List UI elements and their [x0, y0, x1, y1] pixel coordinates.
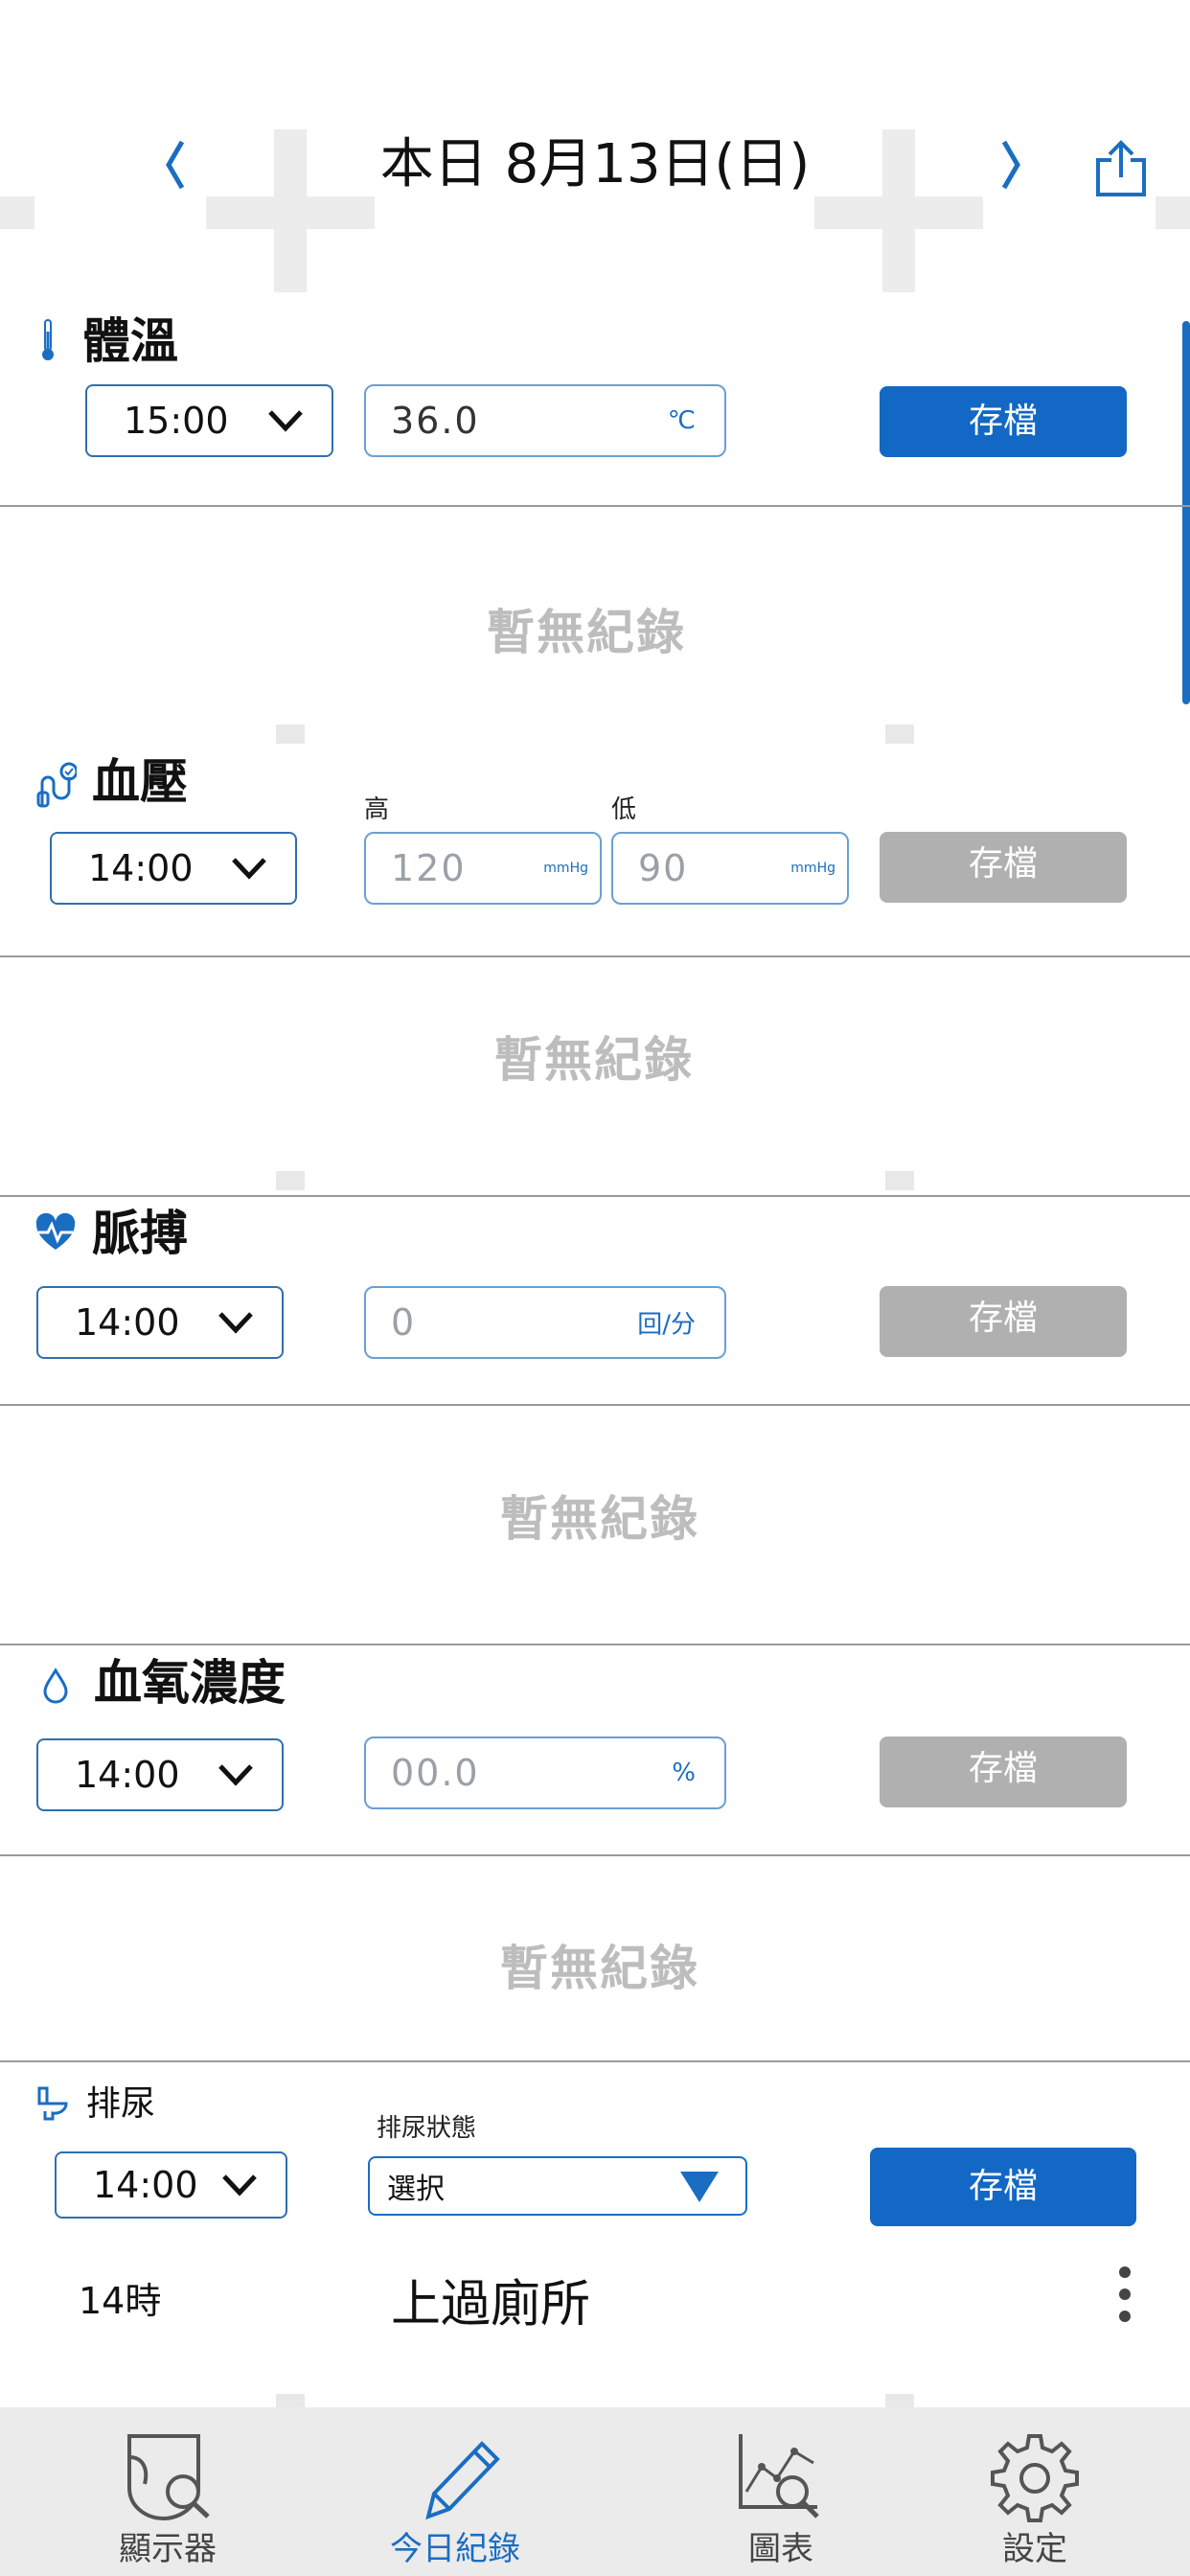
- high-label: 高: [364, 795, 390, 824]
- record-text: 上過廁所: [391, 2276, 591, 2334]
- oxygen-placeholder: 00.0: [391, 1752, 480, 1794]
- systolic-input[interactable]: 120 mmHg: [364, 832, 602, 905]
- pulse-time-select[interactable]: 14:00: [36, 1286, 284, 1359]
- more-options-icon[interactable]: [1115, 2266, 1134, 2324]
- blood-pressure-save-button[interactable]: 存檔: [880, 832, 1127, 903]
- unit-label: 回/分: [637, 1310, 696, 1340]
- tab-monitor[interactable]: 顯示器: [19, 2407, 316, 2576]
- chevron-down-icon: [232, 858, 266, 880]
- thermometer-icon: [40, 318, 56, 366]
- urination-save-button[interactable]: 存檔: [870, 2148, 1136, 2226]
- share-button[interactable]: [1092, 139, 1150, 198]
- tab-settings[interactable]: 設定: [886, 2407, 1183, 2576]
- pulse-placeholder: 0: [391, 1301, 417, 1344]
- tab-charts[interactable]: 圖表: [632, 2407, 929, 2576]
- blood-pressure-title: 血壓: [92, 754, 188, 810]
- toilet-icon: [36, 2085, 69, 2126]
- pulse-empty-text: 暫無紀錄: [500, 1491, 699, 1547]
- pulse-title: 脈搏: [92, 1206, 188, 1261]
- status-value: 選択: [387, 2173, 445, 2206]
- time-value: 14:00: [93, 2164, 198, 2206]
- temperature-empty-text: 暫無紀錄: [487, 605, 686, 660]
- chevron-down-icon: [218, 1764, 253, 1786]
- divider: [0, 505, 1190, 507]
- share-icon: [1096, 140, 1146, 196]
- heart-pulse-icon: [34, 1212, 77, 1255]
- bg-mark: [885, 1171, 914, 1190]
- temperature-title: 體溫: [82, 313, 178, 369]
- urination-status-label: 排尿狀態: [377, 2114, 477, 2143]
- chevron-down-icon: [222, 2174, 257, 2196]
- drop-icon: [42, 1668, 69, 1708]
- time-value: 15:00: [124, 400, 229, 442]
- record-time: 14時: [79, 2280, 162, 2322]
- bg-mark: [276, 1171, 305, 1190]
- caret-down-icon: [680, 2172, 719, 2202]
- bottom-tab-bar: 顯示器 今日紀錄 圖表 設定: [0, 2407, 1190, 2576]
- divider: [0, 1644, 1190, 1645]
- tab-label: 設定: [1002, 2530, 1067, 2568]
- diastolic-input[interactable]: 90 mmHg: [611, 832, 849, 905]
- divider: [0, 955, 1190, 957]
- oxygen-title: 血氧濃度: [94, 1655, 286, 1711]
- diastolic-placeholder: 90: [638, 847, 689, 889]
- temperature-value: 36.0: [391, 400, 480, 442]
- tab-label: 今日紀錄: [390, 2530, 520, 2568]
- divider: [0, 1195, 1190, 1197]
- gear-icon: [991, 2434, 1079, 2522]
- time-value: 14:00: [75, 1754, 180, 1796]
- scrollbar[interactable]: [1182, 321, 1190, 704]
- pulse-input[interactable]: 0 回/分: [364, 1286, 726, 1359]
- blood-pressure-icon: [34, 762, 79, 812]
- temperature-save-button[interactable]: 存檔: [880, 386, 1127, 457]
- bg-mark: [0, 196, 34, 229]
- chart-search-icon: [739, 2434, 819, 2518]
- bg-mark: [885, 724, 914, 744]
- divider: [0, 1404, 1190, 1406]
- urination-status-select[interactable]: 選択: [368, 2156, 747, 2216]
- low-label: 低: [611, 795, 637, 824]
- unit-label: mmHg: [790, 861, 835, 876]
- urination-title: 排尿: [86, 2084, 156, 2124]
- oxygen-save-button[interactable]: 存檔: [880, 1736, 1127, 1807]
- systolic-placeholder: 120: [391, 847, 467, 889]
- chevron-right-icon: [1001, 140, 1020, 190]
- temperature-time-select[interactable]: 15:00: [85, 384, 333, 457]
- divider: [0, 2060, 1190, 2062]
- bg-mark: [276, 724, 305, 744]
- bg-mark: [1156, 196, 1190, 229]
- pulse-save-button[interactable]: 存檔: [880, 1286, 1127, 1357]
- diaper-search-icon: [127, 2434, 210, 2521]
- tab-label: 圖表: [748, 2530, 813, 2568]
- next-day-button[interactable]: [996, 136, 1025, 204]
- temperature-input[interactable]: 36.0 ℃: [364, 384, 726, 457]
- blood-pressure-empty-text: 暫無紀錄: [494, 1032, 694, 1088]
- time-value: 14:00: [88, 847, 194, 889]
- unit-label: mmHg: [543, 861, 588, 876]
- chevron-down-icon: [218, 1312, 253, 1334]
- urination-time-select[interactable]: 14:00: [55, 2151, 287, 2219]
- unit-label: %: [672, 1759, 696, 1787]
- pencil-icon: [425, 2441, 500, 2520]
- divider: [0, 1854, 1190, 1856]
- time-value: 14:00: [75, 1301, 180, 1344]
- tab-today-record[interactable]: 今日紀錄: [307, 2407, 604, 2576]
- chevron-down-icon: [268, 410, 303, 432]
- oxygen-time-select[interactable]: 14:00: [36, 1738, 284, 1811]
- oxygen-empty-text: 暫無紀錄: [500, 1941, 699, 1996]
- tab-label: 顯示器: [119, 2530, 217, 2568]
- oxygen-input[interactable]: 00.0 %: [364, 1736, 726, 1809]
- blood-pressure-time-select[interactable]: 14:00: [50, 832, 297, 905]
- unit-label: ℃: [667, 406, 696, 435]
